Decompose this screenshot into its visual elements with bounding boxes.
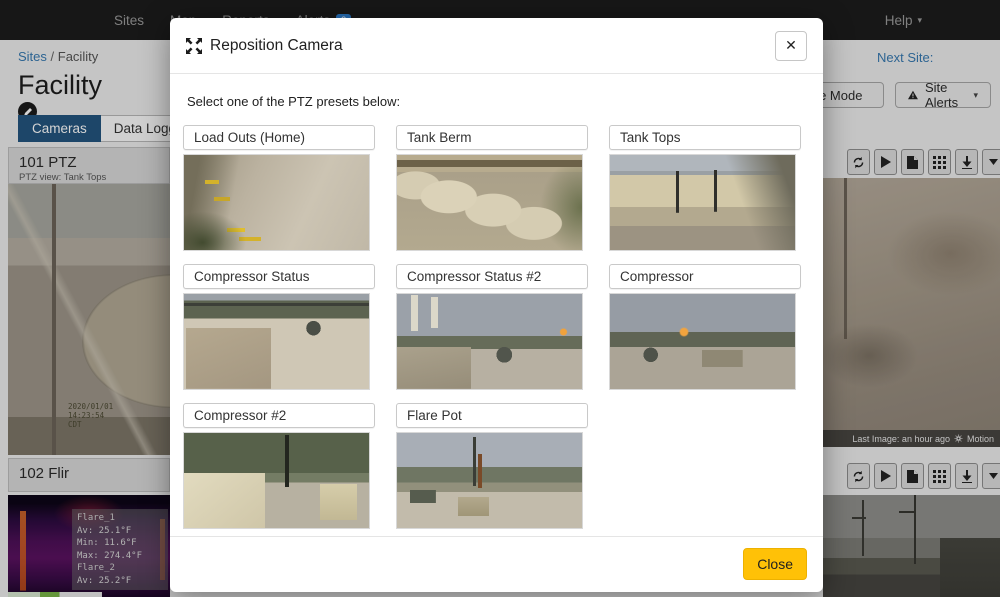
modal-title: Reposition Camera [210, 37, 343, 55]
preset-thumbnail[interactable] [396, 432, 583, 529]
modal-close-x-button[interactable]: ✕ [775, 31, 807, 61]
preset-thumbnail[interactable] [609, 293, 796, 390]
preset-card-load-outs[interactable]: Load Outs (Home) [183, 125, 375, 251]
preset-card-compressor-status-2[interactable]: Compressor Status #2 [396, 264, 588, 390]
preset-card-flare-pot[interactable]: Flare Pot [396, 403, 588, 529]
preset-label: Tank Berm [396, 125, 588, 150]
preset-label: Compressor #2 [183, 403, 375, 428]
preset-card-tank-berm[interactable]: Tank Berm [396, 125, 588, 251]
preset-card-compressor[interactable]: Compressor [609, 264, 801, 390]
preset-label: Compressor [609, 264, 801, 289]
preset-label: Compressor Status #2 [396, 264, 588, 289]
preset-label: Tank Tops [609, 125, 801, 150]
app-screen: Sites Map Reports Alerts 2 Help ▾ Sites … [0, 0, 1000, 597]
reposition-camera-modal: Reposition Camera ✕ Select one of the PT… [170, 18, 823, 592]
close-button[interactable]: Close [743, 548, 807, 580]
preset-thumbnail[interactable] [396, 293, 583, 390]
preset-label: Flare Pot [396, 403, 588, 428]
preset-grid: Load Outs (Home) Tank Berm Tank Tops Com… [183, 125, 810, 529]
preset-card-compressor-status[interactable]: Compressor Status [183, 264, 375, 390]
modal-body: Select one of the PTZ presets below: Loa… [170, 74, 823, 536]
move-arrows-icon [186, 38, 202, 54]
preset-label: Load Outs (Home) [183, 125, 375, 150]
preset-thumbnail[interactable] [609, 154, 796, 251]
preset-card-compressor-2[interactable]: Compressor #2 [183, 403, 375, 529]
preset-card-tank-tops[interactable]: Tank Tops [609, 125, 801, 251]
modal-footer: Close [170, 536, 823, 592]
preset-thumbnail[interactable] [183, 293, 370, 390]
preset-thumbnail[interactable] [183, 154, 370, 251]
preset-instruction: Select one of the PTZ presets below: [187, 94, 810, 109]
preset-thumbnail[interactable] [396, 154, 583, 251]
preset-thumbnail[interactable] [183, 432, 370, 529]
modal-header: Reposition Camera ✕ [170, 18, 823, 74]
preset-label: Compressor Status [183, 264, 375, 289]
